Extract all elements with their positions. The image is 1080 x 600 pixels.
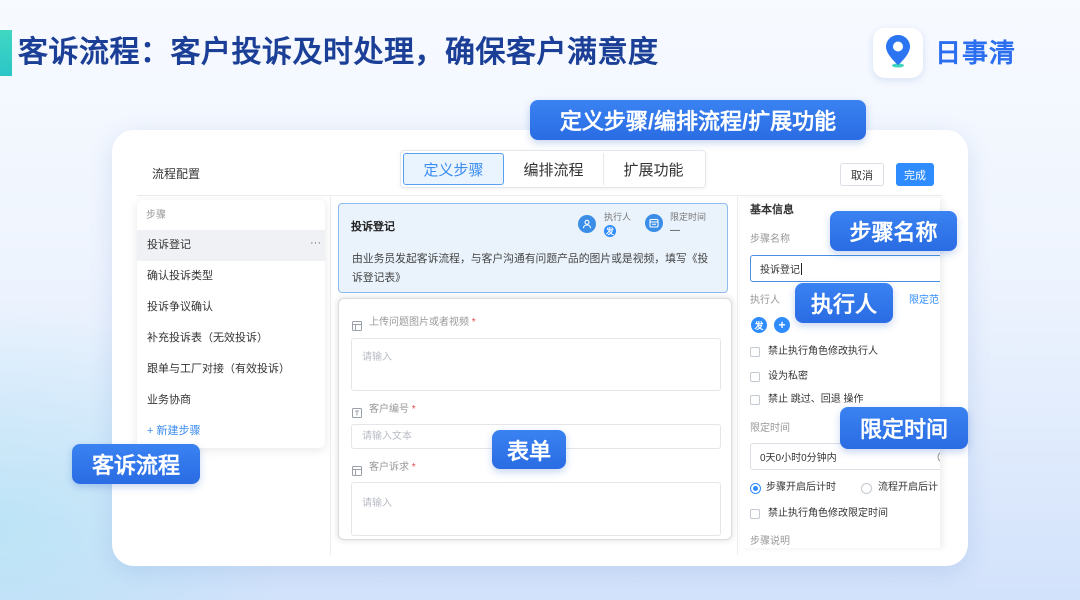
callout-features: 定义步骤/编排流程/扩展功能	[530, 100, 866, 140]
required-mark: *	[411, 462, 416, 473]
callout-flow: 客诉流程	[72, 444, 200, 484]
form-field-icon	[352, 318, 362, 331]
done-button[interactable]: 完成	[896, 163, 934, 186]
step-card-executor-label: 执行人	[604, 212, 632, 222]
radio-button[interactable]	[750, 483, 761, 494]
step-card-description: 由业务员发起客诉流程，与客户沟通有问题产品的图片或是视频，填写《投诉登记表》	[352, 253, 709, 284]
checkbox[interactable]	[750, 347, 760, 357]
required-mark: *	[411, 404, 416, 415]
field-placeholder: 请输入文本	[362, 431, 412, 442]
step-card-time-value: —	[670, 225, 680, 236]
callout-step-name: 步骤名称	[830, 211, 957, 251]
radio-button[interactable]	[861, 483, 872, 494]
step-name-value: 投诉登记	[760, 265, 800, 276]
upload-media-field[interactable]: 请输入	[351, 338, 721, 391]
clock-icon	[937, 451, 940, 466]
field-label-text: 客户诉求	[369, 462, 409, 473]
settings-section-title: 基本信息	[750, 204, 794, 216]
text-caret	[801, 262, 802, 275]
field-label: 上传问题图片或者视频 *	[369, 316, 476, 330]
add-step-button[interactable]: + 新建步骤	[137, 416, 325, 447]
step-item[interactable]: 投诉争议确认	[137, 292, 325, 323]
text-field-icon	[352, 405, 362, 418]
add-executor-button[interactable]: +	[774, 317, 790, 333]
step-name-label: 步骤名称	[750, 234, 790, 245]
step-item-label: 投诉争议确认	[147, 301, 213, 313]
column-divider	[330, 195, 331, 555]
customer-request-field[interactable]: 请输入	[351, 482, 721, 536]
cancel-button[interactable]: 取消	[840, 163, 884, 186]
time-limit-value: 0天0小时0分钟内	[760, 453, 837, 464]
field-label-text: 客户编号	[369, 404, 409, 415]
steps-list: 投诉登记 ··· 确认投诉类型 投诉争议确认 补充投诉表（无效投诉） 跟单与工厂…	[137, 230, 325, 447]
step-item-label: 业务协商	[147, 394, 191, 406]
field-label: 客户诉求 *	[369, 461, 416, 475]
option-label: 禁止 跳过、回退 操作	[768, 394, 864, 405]
tab-bar: 定义步骤 编排流程 扩展功能	[400, 150, 706, 188]
plus-icon: +	[147, 425, 154, 437]
step-item-label: 跟单与工厂对接（有效投诉）	[147, 363, 290, 375]
callout-form: 表单	[492, 430, 566, 469]
step-item[interactable]: 跟单与工厂对接（有效投诉）	[137, 354, 325, 385]
field-label: 客户编号 *	[369, 403, 416, 417]
form-preview-card: 上传问题图片或者视频 * 请输入 客户编号 * 请输入文本 客户诉求 * 请输入	[338, 298, 732, 540]
option-label: 禁止执行角色修改执行人	[768, 346, 878, 357]
field-placeholder: 请输入	[362, 352, 392, 363]
step-item[interactable]: 补充投诉表（无效投诉）	[137, 323, 325, 354]
page-title: 客诉流程：客户投诉及时处理，确保客户满意度	[18, 36, 659, 69]
location-pin-icon	[885, 34, 911, 73]
executor-label: 执行人	[750, 295, 780, 306]
callout-executor: 执行人	[795, 283, 893, 323]
more-icon[interactable]: ···	[310, 228, 321, 259]
field-label-text: 上传问题图片或者视频	[369, 317, 469, 328]
step-card-title: 投诉登记	[351, 221, 395, 233]
calendar-icon	[645, 214, 663, 232]
step-item-label: 确认投诉类型	[147, 270, 213, 282]
step-item-label: 投诉登记	[147, 239, 191, 251]
step-card[interactable]: 投诉登记 执行人 发 限定时间 — 由业务员发起客诉流程，与客户沟通有问题产品的…	[338, 203, 728, 293]
executor-scope-link[interactable]: 限定范	[909, 294, 939, 308]
step-card-time-label: 限定时间	[670, 212, 707, 222]
app-title: 流程配置	[152, 167, 201, 181]
brand-name: 日事清	[935, 38, 1017, 68]
checkbox[interactable]	[750, 395, 760, 405]
header-divider	[137, 195, 942, 196]
steps-panel: 步骤 投诉登记 ··· 确认投诉类型 投诉争议确认 补充投诉表（无效投诉） 跟单…	[137, 200, 325, 448]
checkbox[interactable]	[750, 509, 760, 519]
executor-avatar-badge[interactable]: 发	[751, 317, 767, 333]
tab-define-steps[interactable]: 定义步骤	[403, 153, 504, 185]
title-accent-bar	[0, 30, 12, 76]
step-item[interactable]: 投诉登记 ···	[137, 230, 325, 261]
brand-logo	[873, 28, 923, 78]
executor-avatar-badge: 发	[604, 225, 616, 237]
field-placeholder: 请输入	[362, 498, 392, 509]
tab-extensions[interactable]: 扩展功能	[603, 153, 703, 185]
app-window: 流程配置 定义步骤 编排流程 扩展功能 取消 完成 步骤 投诉登记 ··· 确认…	[112, 130, 968, 566]
time-limit-label: 限定时间	[750, 423, 790, 434]
checkbox[interactable]	[750, 372, 760, 382]
step-item-label: 补充投诉表（无效投诉）	[147, 332, 268, 344]
callout-time-limit: 限定时间	[840, 407, 968, 449]
option-label: 设为私密	[768, 371, 808, 382]
option-label: 禁止执行角色修改限定时间	[768, 508, 888, 519]
add-step-label: 新建步骤	[156, 425, 201, 437]
radio-label: 流程开启后计	[878, 482, 938, 493]
step-description-label: 步骤说明	[750, 536, 790, 547]
form-field-icon	[352, 463, 362, 476]
required-mark: *	[471, 317, 476, 328]
steps-header: 步骤	[146, 210, 166, 221]
column-divider	[737, 195, 738, 555]
tab-orchestrate-flow[interactable]: 编排流程	[504, 153, 603, 185]
radio-label: 步骤开启后计时	[766, 482, 836, 493]
step-name-input[interactable]: 投诉登记	[750, 255, 940, 282]
step-item[interactable]: 业务协商	[137, 385, 325, 416]
step-item[interactable]: 确认投诉类型	[137, 261, 325, 292]
person-icon	[578, 215, 596, 233]
